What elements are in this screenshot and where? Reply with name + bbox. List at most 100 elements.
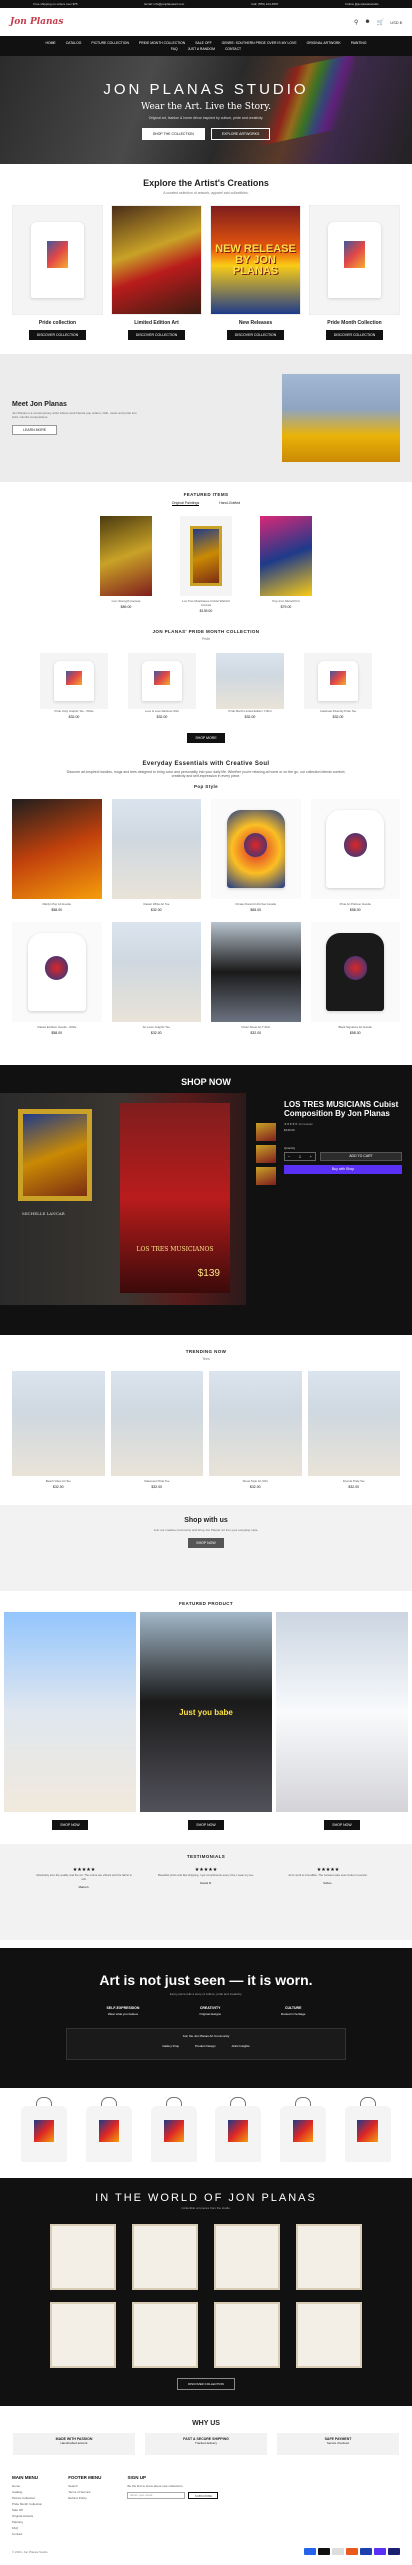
product-name: Black Signature Art Hoodie bbox=[338, 1025, 372, 1029]
product-price: $32.00 bbox=[150, 1031, 162, 1035]
footer-link[interactable]: FAQ bbox=[12, 2526, 42, 2530]
product-thumbnail[interactable] bbox=[256, 1145, 276, 1163]
gallery-item[interactable] bbox=[296, 2302, 362, 2368]
product-card[interactable]: Statement Pride Tee $32.00 bbox=[110, 1371, 203, 1489]
product-card[interactable]: Pride Art Pullover Hoodie $58.00 bbox=[310, 799, 400, 912]
footer-link[interactable]: Contact bbox=[12, 2532, 42, 2536]
community-link[interactable]: Product Design bbox=[195, 2044, 216, 2048]
tee-hanger-image[interactable] bbox=[215, 2106, 262, 2162]
shop-more-button[interactable]: SHOP MORE bbox=[187, 733, 225, 743]
product-card[interactable]: Pride Month Limited Edition T-Shirt $32.… bbox=[216, 653, 284, 719]
plus-icon[interactable]: + bbox=[310, 1154, 312, 1159]
collection-card[interactable]: Pride collection DISCOVER COLLECTION bbox=[12, 205, 103, 340]
nav-item-original-artwork[interactable]: ORIGINAL ARTWORK bbox=[307, 41, 341, 45]
product-card[interactable]: Los Tres Musicianos Cubist Wall Art Canv… bbox=[180, 516, 232, 613]
product-card[interactable]: Classic White Art Tee $32.00 bbox=[111, 799, 201, 912]
learn-more-button[interactable]: LEARN MORE bbox=[12, 425, 58, 435]
product-card[interactable]: Pop Icon Mural Print $79.00 bbox=[260, 516, 312, 613]
collection-card[interactable]: Pride Month Collection DISCOVER COLLECTI… bbox=[309, 205, 400, 340]
footer-link[interactable]: Picture Collection bbox=[12, 2496, 42, 2500]
tab-original-paintings[interactable]: Original Paintings bbox=[171, 501, 200, 506]
shop-now-button[interactable]: SHOP NOW bbox=[52, 1820, 88, 1830]
product-card[interactable]: Black Signature Art Hoodie $58.00 bbox=[310, 922, 400, 1035]
product-card[interactable]: Beach Vibes Art Tee $32.00 bbox=[12, 1371, 105, 1489]
tee-hanger-image[interactable] bbox=[21, 2106, 68, 2162]
nav-item-sale-off[interactable]: SALE OFF bbox=[195, 41, 211, 45]
gallery-item[interactable] bbox=[50, 2302, 116, 2368]
footer-link[interactable]: Home bbox=[12, 2484, 42, 2488]
footer-link[interactable]: Original Artwork bbox=[12, 2514, 42, 2518]
add-to-cart-button[interactable]: ADD TO CART bbox=[320, 1151, 402, 1161]
discover-button[interactable]: DISCOVER COLLECTION bbox=[325, 330, 384, 340]
collection-card[interactable]: Limited Edition Art DISCOVER COLLECTION bbox=[111, 205, 202, 340]
gallery-item[interactable] bbox=[214, 2302, 280, 2368]
community-link[interactable]: Gallery Drop bbox=[162, 2044, 179, 2048]
gallery-item[interactable] bbox=[50, 2224, 116, 2290]
quantity-stepper[interactable]: − 1 + bbox=[284, 1151, 316, 1161]
community-link[interactable]: Artist Insights bbox=[232, 2044, 250, 2048]
product-card[interactable]: Friends Pride Tee $32.00 bbox=[307, 1371, 400, 1489]
gallery-item[interactable] bbox=[296, 2224, 362, 2290]
gallery-item[interactable] bbox=[132, 2224, 198, 2290]
user-icon[interactable]: ☻ bbox=[364, 19, 370, 25]
product-card[interactable]: Just you babe SHOP NOW bbox=[140, 1612, 272, 1830]
buy-now-button[interactable]: Buy with Shop bbox=[284, 1164, 402, 1174]
collection-card[interactable]: NEW RELEASE BY JON PLANAS New Releases D… bbox=[210, 205, 301, 340]
currency-select[interactable]: USD $ bbox=[390, 20, 402, 25]
gallery-item[interactable] bbox=[132, 2302, 198, 2368]
nav-item-pride-month[interactable]: PRIDE MONTH COLLECTION bbox=[139, 41, 185, 45]
nav-item-contact[interactable]: CONTACT bbox=[225, 47, 241, 51]
product-thumbnail[interactable] bbox=[256, 1123, 276, 1141]
gallery-item[interactable] bbox=[214, 2224, 280, 2290]
tee-hanger-image[interactable] bbox=[85, 2106, 132, 2162]
shop-now-button[interactable]: SHOP NOW bbox=[188, 1820, 224, 1830]
tee-hanger-image[interactable] bbox=[150, 2106, 197, 2162]
tee-hanger-image[interactable] bbox=[279, 2106, 326, 2162]
minus-icon[interactable]: − bbox=[288, 1154, 290, 1159]
footer-link[interactable]: Painting bbox=[12, 2520, 42, 2524]
footer-link[interactable]: Pride Month Collection bbox=[12, 2502, 42, 2506]
product-card[interactable]: SHOP NOW bbox=[4, 1612, 136, 1830]
product-card[interactable]: Urban Street Art T-Shirt $32.00 bbox=[211, 922, 301, 1035]
subscribe-button[interactable]: SUBSCRIBE bbox=[188, 2492, 219, 2499]
footer-link[interactable]: Sale Off bbox=[12, 2508, 42, 2512]
tab-hand-crafted[interactable]: Hand-Crafted bbox=[219, 501, 240, 506]
discover-collection-button[interactable]: DISCOVER COLLECTION bbox=[177, 2378, 235, 2390]
product-card[interactable]: Lion Strength Canvas $89.00 bbox=[100, 516, 152, 613]
discover-button[interactable]: DISCOVER COLLECTION bbox=[226, 330, 285, 340]
product-card[interactable]: SHOP NOW bbox=[276, 1612, 408, 1830]
product-thumbnail[interactable] bbox=[256, 1167, 276, 1185]
product-card[interactable]: Celebrate Diversity Pride Tee $32.00 bbox=[304, 653, 372, 719]
shop-now-button[interactable]: SHOP NOW bbox=[188, 1538, 224, 1548]
explore-artworks-button[interactable]: EXPLORE ARTWORKS bbox=[210, 127, 271, 140]
email-field[interactable]: Enter your email bbox=[127, 2492, 186, 2499]
product-card[interactable]: Marilyn Pop Art Hoodie $58.00 bbox=[12, 799, 102, 912]
product-card[interactable]: Love Is Love Rainbow Shirt $32.00 bbox=[128, 653, 196, 719]
cart-icon[interactable]: 🛒 bbox=[377, 19, 384, 26]
shop-now-button[interactable]: SHOP NOW bbox=[324, 1820, 360, 1830]
nav-item-genre[interactable]: GENRE: SOUTHERN PRIDE OVER IS MY LOVE bbox=[222, 41, 297, 45]
nav-item-faq[interactable]: FAQ bbox=[171, 47, 178, 51]
shop-collection-button[interactable]: SHOP THE COLLECTION bbox=[141, 127, 205, 140]
logo[interactable]: Jon Planas bbox=[10, 17, 63, 27]
footer-link[interactable]: Refund Policy bbox=[68, 2496, 101, 2500]
product-card[interactable]: Classic Emblem Hoodie - White $58.00 bbox=[12, 922, 102, 1035]
nav-item-painting[interactable]: PAINTING bbox=[351, 41, 367, 45]
product-card[interactable]: Art Lover Graphic Tee $32.00 bbox=[111, 922, 201, 1035]
product-card[interactable]: Ornate Floral Art All-Over Hoodie $65.00 bbox=[211, 799, 301, 912]
footer-link[interactable]: Catalog bbox=[12, 2490, 42, 2494]
footer-link[interactable]: Terms of Service bbox=[68, 2490, 101, 2494]
nav-item-random[interactable]: JUST A RANDOM bbox=[188, 47, 215, 51]
footer-link[interactable]: Search bbox=[68, 2484, 101, 2488]
discover-button[interactable]: DISCOVER COLLECTION bbox=[28, 330, 87, 340]
product-name: Beach Vibes Art Tee bbox=[45, 1479, 71, 1483]
tee-hanger-image[interactable] bbox=[344, 2106, 391, 2162]
nav-item-home[interactable]: HOME bbox=[46, 41, 56, 45]
product-card[interactable]: Street Style Art Shirt $32.00 bbox=[209, 1371, 302, 1489]
discover-button[interactable]: DISCOVER COLLECTION bbox=[127, 330, 186, 340]
search-icon[interactable]: ⚲ bbox=[354, 19, 358, 26]
product-card[interactable]: Pride Unity Graphic Tee - White $32.00 bbox=[40, 653, 108, 719]
nav-item-catalog[interactable]: CATALOG bbox=[66, 41, 82, 45]
nav-item-picture-collection[interactable]: PICTURE COLLECTION bbox=[91, 41, 129, 45]
testimonials-title: TESTIMONIALS bbox=[186, 1854, 226, 1859]
